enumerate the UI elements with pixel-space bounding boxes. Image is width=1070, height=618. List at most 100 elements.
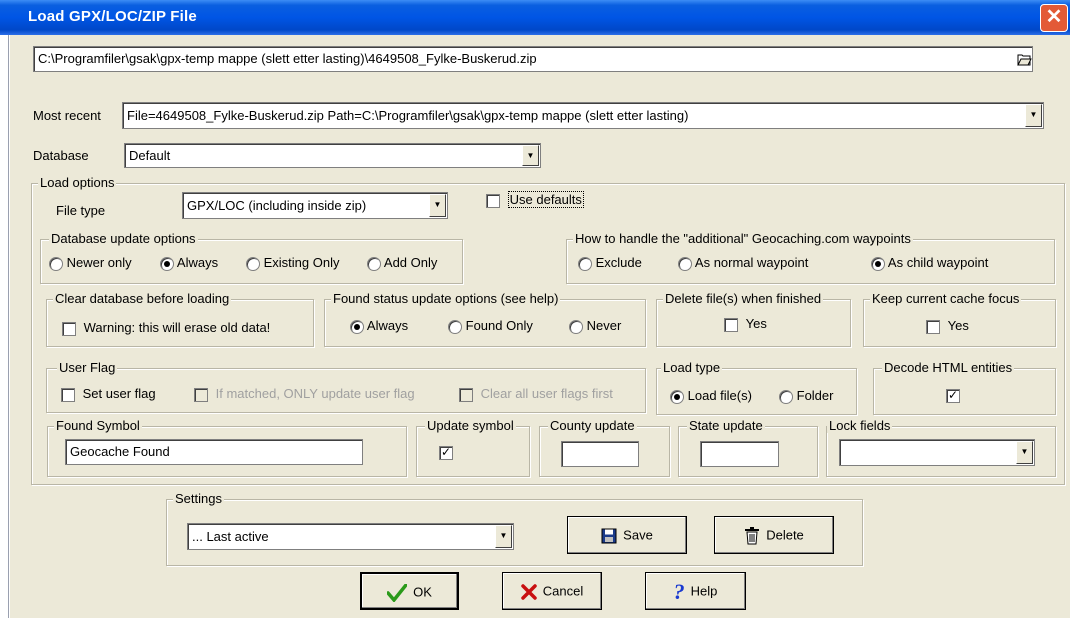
user-flag-legend: User Flag [57,360,118,375]
chevron-down-icon[interactable]: ▼ [1025,104,1042,127]
settings-value: ... Last active [192,529,269,544]
radio-always[interactable]: Always [160,255,218,271]
radio-found-only[interactable]: Found Only [448,318,533,334]
radio-found-never[interactable]: Never [569,318,621,334]
help-button[interactable]: ? Help [645,572,746,610]
load-options-legend: Load options [38,175,117,190]
file-type-combo[interactable]: GPX/LOC (including inside zip) ▼ [182,192,448,219]
keep-focus-checkbox[interactable]: Yes [926,318,969,334]
radio-label: Newer only [66,255,132,270]
settings-combo[interactable]: ... Last active ▼ [187,523,514,550]
decode-html-checkbox[interactable]: ✓ [946,387,960,403]
lock-fields-legend: Lock fields [827,418,893,433]
update-symbol-checkbox[interactable]: ✓ [439,444,453,460]
additional-waypoints-legend: How to handle the "additional" Geocachin… [573,231,913,246]
radio-label: Exclude [595,255,642,270]
delete-label: Delete [766,527,804,543]
clear-all-user-flags-checkbox[interactable]: Clear all user flags first [459,386,613,402]
database-label: Database [33,148,89,163]
checkbox-label: Clear all user flags first [480,386,613,401]
radio-circle[interactable] [678,256,692,271]
decode-html-legend: Decode HTML entities [882,360,1015,375]
checkbox-box[interactable]: ✓ [946,388,960,403]
x-cancel-icon [521,583,537,600]
lock-fields-combo[interactable]: ▼ [839,439,1035,466]
checkbox-box[interactable] [62,321,76,336]
radio-add-only[interactable]: Add Only [367,255,437,271]
radio-circle[interactable] [578,256,592,271]
radio-label: Add Only [383,255,438,270]
found-status-legend: Found status update options (see help) [331,291,561,306]
found-symbol-input[interactable]: Geocache Found [65,439,363,465]
keep-focus-legend: Keep current cache focus [870,291,1022,306]
floppy-disk-icon [601,528,617,544]
radio-circle[interactable] [350,319,364,334]
radio-load-files[interactable]: Load file(s) [670,388,752,404]
most-recent-label: Most recent [33,108,101,123]
checkbox-box[interactable]: ✓ [439,445,453,460]
radio-circle[interactable] [367,256,381,271]
database-combo[interactable]: Default ▼ [124,143,541,168]
most-recent-value: File=4649508_Fylke-Buskerud.zip Path=C:\… [127,108,689,123]
radio-circle[interactable] [779,389,793,404]
chevron-down-icon[interactable]: ▼ [1016,441,1033,464]
radio-label: Found Only [465,318,533,333]
checkbox-box[interactable] [926,319,940,334]
radio-circle[interactable] [569,319,583,334]
state-update-input[interactable] [700,441,779,467]
radio-circle[interactable] [246,256,260,271]
chevron-down-icon[interactable]: ▼ [522,145,539,166]
file-type-label: File type [56,203,106,218]
use-defaults-checkbox[interactable]: Use defaults [486,191,584,208]
ok-button[interactable]: OK [360,572,459,610]
checkbox-box[interactable] [459,387,473,402]
radio-found-always[interactable]: Always [350,318,408,334]
radio-exclude[interactable]: Exclude [578,255,642,271]
radio-label: Existing Only [263,255,340,270]
only-update-user-flag-checkbox[interactable]: If matched, ONLY update user flag [194,386,415,402]
chevron-down-icon[interactable]: ▼ [495,525,512,548]
question-mark-icon: ? [673,578,685,604]
radio-newer-only[interactable]: Newer only [49,255,132,271]
radio-circle[interactable] [670,389,684,404]
clear-db-checkbox[interactable]: Warning: this will erase old data! [62,320,270,336]
found-symbol-legend: Found Symbol [54,418,142,433]
file-path-input[interactable]: C:\Programfiler\gsak\gpx-temp mappe (sle… [33,46,1033,72]
radio-circle[interactable] [448,319,462,334]
chevron-down-icon[interactable]: ▼ [429,194,446,217]
cancel-button[interactable]: Cancel [502,572,602,610]
radio-circle[interactable] [49,256,63,271]
folder-open-icon [1017,54,1032,66]
checkbox-box[interactable] [724,317,738,332]
load-type-legend: Load type [661,360,723,375]
radio-label: Always [176,255,219,270]
delete-files-checkbox[interactable]: Yes [724,316,767,332]
checkbox-label: Set user flag [82,386,156,401]
radio-normal-waypoint[interactable]: As normal waypoint [678,255,808,271]
radio-child-waypoint[interactable]: As child waypoint [871,255,988,271]
checkbox-box[interactable] [61,387,75,402]
save-label: Save [623,527,653,543]
close-button[interactable]: ✕ [1040,4,1068,32]
save-button[interactable]: Save [567,516,687,554]
clear-db-legend: Clear database before loading [53,291,232,306]
radio-circle[interactable] [160,256,174,271]
state-update-legend: State update [687,418,765,433]
county-update-input[interactable] [561,441,639,467]
left-border [8,35,9,618]
use-defaults-box[interactable] [486,193,500,208]
radio-circle[interactable] [871,256,885,271]
set-user-flag-checkbox[interactable]: Set user flag [61,386,156,402]
window-title: Load GPX/LOC/ZIP File [28,8,197,25]
file-type-value: GPX/LOC (including inside zip) [187,198,367,213]
checkbox-label: Yes [947,318,969,333]
db-update-legend: Database update options [49,231,198,246]
most-recent-combo[interactable]: File=4649508_Fylke-Buskerud.zip Path=C:\… [122,102,1044,129]
radio-label: Folder [796,388,834,403]
help-label: Help [690,583,718,599]
delete-button[interactable]: Delete [714,516,834,554]
radio-folder[interactable]: Folder [779,388,833,404]
radio-existing-only[interactable]: Existing Only [246,255,340,271]
checkbox-box[interactable] [194,387,208,402]
browse-button[interactable] [1017,48,1032,70]
